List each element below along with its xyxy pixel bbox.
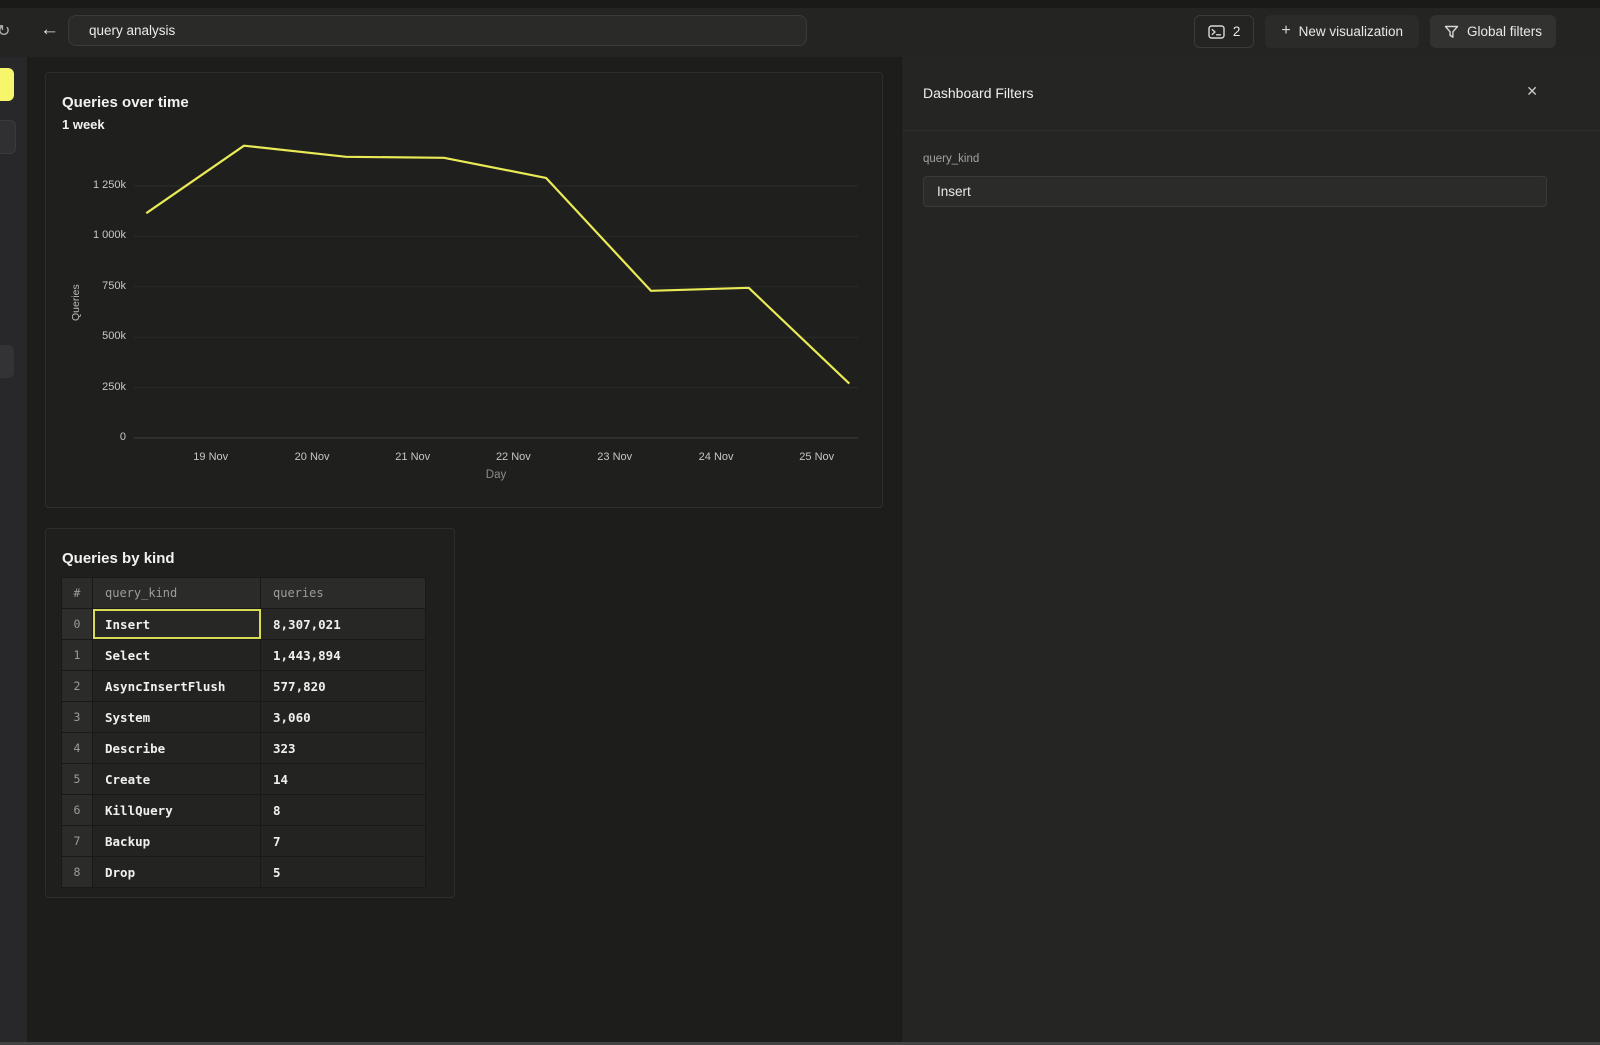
x-tick-label: 21 Nov (381, 451, 445, 463)
table-cell[interactable]: 3,060 (261, 702, 426, 732)
table-row-index: 3 (61, 702, 93, 732)
console-window-icon (1208, 25, 1225, 39)
x-tick-label: 25 Nov (785, 451, 849, 463)
table-row: 2AsyncInsertFlush577,820 (61, 671, 426, 702)
global-filters-button[interactable]: Global filters (1430, 15, 1556, 48)
global-filters-label: Global filters (1467, 24, 1542, 39)
refresh-icon[interactable]: ↻ (0, 21, 10, 41)
table-row-index: 0 (61, 609, 93, 639)
table-row-index: 7 (61, 826, 93, 856)
panel-divider (902, 130, 1600, 131)
new-visualization-label: New visualization (1299, 24, 1403, 39)
funnel-icon (1444, 25, 1459, 39)
table-cell[interactable]: Describe (93, 733, 261, 763)
table-row-index: 5 (61, 764, 93, 794)
dashboard-canvas: Queries over time 1 week Queries 0250k50… (27, 57, 901, 1043)
close-icon[interactable]: ✕ (1526, 83, 1538, 100)
x-tick-label: 23 Nov (583, 451, 647, 463)
results-table: #query_kindqueries0Insert8,307,0211Selec… (61, 577, 426, 888)
y-tick-label: 1 250k (66, 179, 126, 191)
series-queries-line (146, 146, 849, 384)
dashboard-title-input[interactable] (68, 15, 807, 46)
table-cell[interactable]: 14 (261, 764, 426, 794)
table-row-index: 4 (61, 733, 93, 763)
table-title: Queries by kind (62, 550, 175, 567)
table-cell[interactable]: Select (93, 640, 261, 670)
table-cell[interactable]: AsyncInsertFlush (93, 671, 261, 701)
y-tick-label: 500k (66, 330, 126, 342)
table-cell[interactable]: 8 (261, 795, 426, 825)
filters-panel-title: Dashboard Filters (923, 85, 1034, 101)
table-cell[interactable]: 1,443,894 (261, 640, 426, 670)
table-row-index: 2 (61, 671, 93, 701)
chart-subtitle: 1 week (62, 117, 105, 132)
table-row: 6KillQuery8 (61, 795, 426, 826)
table-row: 0Insert8,307,021 (61, 609, 426, 640)
y-tick-label: 1 000k (66, 229, 126, 241)
table-header-cell: queries (261, 578, 426, 608)
filter-field-label: query_kind (923, 153, 979, 165)
table-row: 5Create14 (61, 764, 426, 795)
table-row-index: 8 (61, 857, 93, 887)
table-cell[interactable]: 7 (261, 826, 426, 856)
table-row: 8Drop5 (61, 857, 426, 888)
rail-item-2[interactable] (0, 120, 16, 154)
y-tick-label: 250k (66, 381, 126, 393)
table-row-index: 1 (61, 640, 93, 670)
table-cell[interactable]: 323 (261, 733, 426, 763)
table-cell[interactable]: Create (93, 764, 261, 794)
y-tick-label: 750k (66, 280, 126, 292)
query-kind-filter-input[interactable] (923, 176, 1547, 207)
table-cell[interactable]: Insert (93, 609, 261, 639)
tab-count-label: 2 (1233, 24, 1241, 39)
window-top-strip (0, 0, 1600, 8)
chart-title: Queries over time (62, 94, 189, 111)
table-cell[interactable]: Backup (93, 826, 261, 856)
table-header-row: #query_kindqueries (61, 578, 426, 609)
table-cell[interactable]: Drop (93, 857, 261, 887)
left-rail (0, 57, 28, 1045)
dashboard-filters-panel: Dashboard Filters ✕ query_kind (901, 57, 1600, 1045)
table-row: 4Describe323 (61, 733, 426, 764)
table-row: 1Select1,443,894 (61, 640, 426, 671)
table-header-cell: query_kind (93, 578, 261, 608)
rail-item-3[interactable] (0, 345, 14, 378)
back-arrow-icon[interactable]: ← (40, 19, 59, 41)
table-row-index: 6 (61, 795, 93, 825)
x-tick-label: 24 Nov (684, 451, 748, 463)
table-cell[interactable]: 577,820 (261, 671, 426, 701)
table-row: 3System3,060 (61, 702, 426, 733)
new-visualization-button[interactable]: + New visualization (1265, 15, 1419, 48)
x-tick-label: 20 Nov (280, 451, 344, 463)
table-cell[interactable]: KillQuery (93, 795, 261, 825)
table-cell[interactable]: 5 (261, 857, 426, 887)
queries-over-time-card: Queries over time 1 week Queries 0 250k 50… (45, 72, 883, 508)
queries-by-kind-card: Queries by kind #query_kindqueries0Inser… (45, 528, 455, 898)
x-tick-label: 19 Nov (179, 451, 243, 463)
queries-line-chart (134, 141, 858, 443)
header-actions: 2 + New visualization Global filters (1194, 15, 1556, 48)
table-cell[interactable]: 8,307,021 (261, 609, 426, 639)
table-row: 7Backup7 (61, 826, 426, 857)
y-tick-label: 0 (66, 431, 126, 443)
query-tabs-count-button[interactable]: 2 (1194, 15, 1255, 48)
plus-icon: + (1281, 22, 1290, 40)
x-tick-label: 22 Nov (481, 451, 545, 463)
rail-item-active[interactable] (0, 68, 14, 101)
top-bar: ↻ ← 2 + New visualization Global fi (0, 8, 1600, 58)
x-axis-title: Day (134, 469, 858, 481)
table-header-cell: # (61, 578, 93, 608)
table-cell[interactable]: System (93, 702, 261, 732)
y-axis-title: Queries (70, 223, 82, 383)
